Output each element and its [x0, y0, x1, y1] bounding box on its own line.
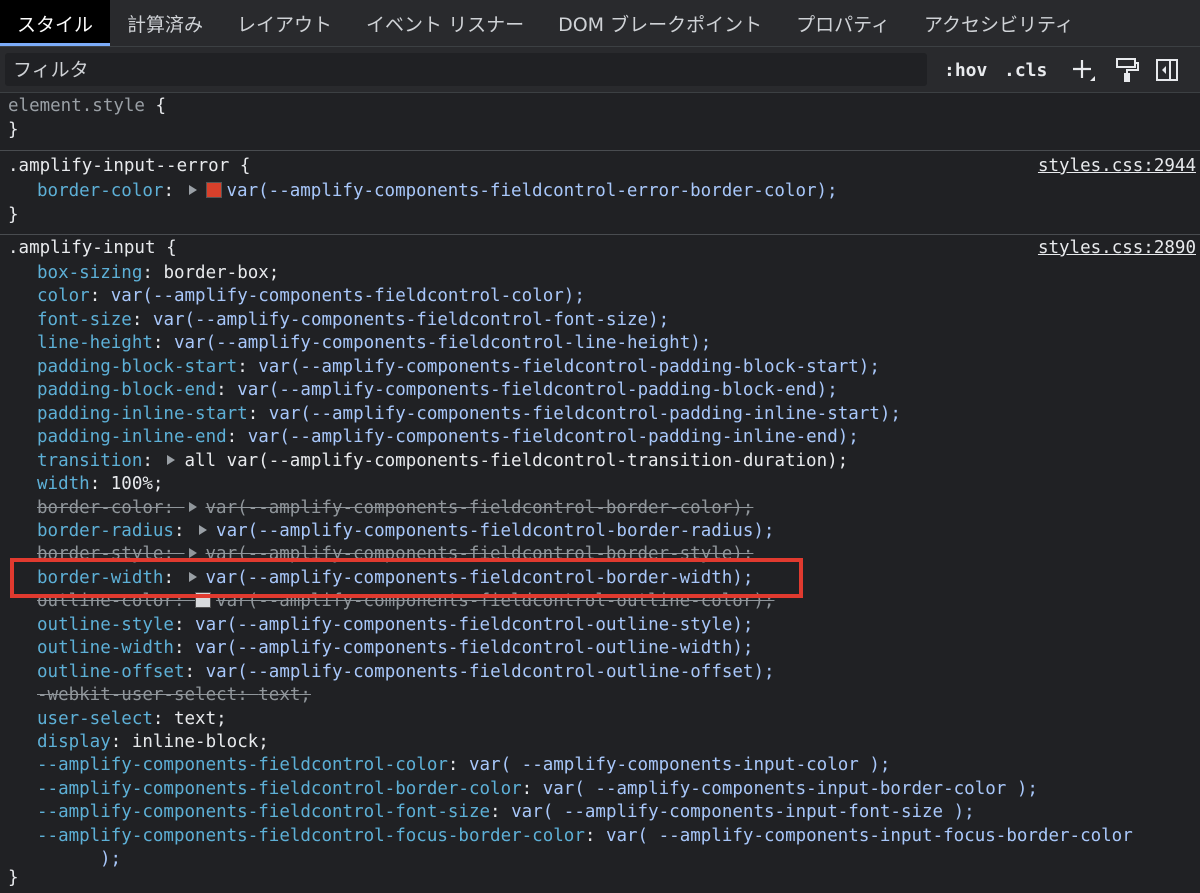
- declaration[interactable]: border-radius: var(--amplify-components-…: [37, 520, 774, 543]
- declaration[interactable]: box-sizing: border-box;: [37, 262, 279, 285]
- declaration[interactable]: padding-block-end: var(--amplify-compone…: [37, 379, 838, 402]
- declaration[interactable]: outline-color: var(--amplify-components-…: [37, 590, 774, 613]
- sidebar-toggle-icon[interactable]: [1153, 55, 1181, 85]
- expand-triangle-icon[interactable]: [188, 571, 197, 582]
- declaration[interactable]: outline-width: var(--amplify-components-…: [37, 637, 753, 660]
- expand-triangle-icon[interactable]: [188, 548, 197, 559]
- declaration[interactable]: font-size: var(--amplify-components-fiel…: [37, 309, 669, 332]
- declaration[interactable]: padding-inline-start: var(--amplify-comp…: [37, 403, 901, 426]
- hov-toggle-button[interactable]: :hov: [944, 55, 987, 85]
- rule-close: }: [8, 868, 19, 888]
- cls-toggle-button[interactable]: .cls: [1004, 55, 1047, 85]
- paint-roller-icon[interactable]: [1113, 55, 1141, 85]
- declaration[interactable]: --amplify-components-fieldcontrol-border…: [37, 778, 1038, 801]
- declaration[interactable]: width: 100%;: [37, 473, 163, 496]
- color-swatch[interactable]: [195, 592, 212, 609]
- plus-icon[interactable]: [1068, 55, 1098, 85]
- rule-close: }: [8, 205, 19, 225]
- declaration[interactable]: display: inline-block;: [37, 731, 269, 754]
- tab-3[interactable]: イベント リスナー: [349, 0, 541, 46]
- tab-6[interactable]: アクセシビリティ: [907, 0, 1091, 46]
- declaration[interactable]: --amplify-components-fieldcontrol-color:…: [37, 754, 890, 777]
- element-style-close: }: [8, 120, 19, 140]
- declaration[interactable]: color: var(--amplify-components-fieldcon…: [37, 285, 585, 308]
- expand-triangle-icon[interactable]: [199, 524, 208, 535]
- declaration[interactable]: outline-style: var(--amplify-components-…: [37, 614, 753, 637]
- declaration[interactable]: border-color: var(--amplify-components-f…: [37, 180, 838, 203]
- tab-5[interactable]: プロパティ: [779, 0, 907, 46]
- tab-1[interactable]: 計算済み: [110, 0, 220, 46]
- declaration[interactable]: transition: all var(--amplify-components…: [37, 450, 848, 473]
- element-style-selector[interactable]: element.style {: [8, 95, 166, 118]
- declaration[interactable]: padding-block-start: var(--amplify-compo…: [37, 356, 880, 379]
- expand-triangle-icon[interactable]: [188, 185, 197, 195]
- declaration[interactable]: -webkit-user-select: text;: [37, 684, 311, 707]
- rule-source-link[interactable]: styles.css:2890: [1038, 237, 1196, 260]
- declaration[interactable]: border-style: var(--amplify-components-f…: [37, 543, 753, 566]
- rule-selector[interactable]: .amplify-input {: [8, 237, 177, 260]
- filter-input[interactable]: [5, 53, 927, 86]
- rule-divider: [0, 150, 1200, 151]
- expand-triangle-icon[interactable]: [188, 501, 197, 512]
- color-swatch[interactable]: [205, 182, 222, 198]
- tab-2[interactable]: レイアウト: [220, 0, 349, 46]
- declaration[interactable]: border-width: var(--amplify-components-f…: [37, 567, 753, 590]
- rule-divider: [0, 234, 1200, 235]
- filter-toolbar: :hov .cls: [0, 47, 1200, 93]
- declaration[interactable]: padding-inline-end: var(--amplify-compon…: [37, 426, 859, 449]
- declaration[interactable]: line-height: var(--amplify-components-fi…: [37, 332, 711, 355]
- declaration[interactable]: --amplify-components-fieldcontrol-focus-…: [37, 825, 1133, 848]
- rule-selector[interactable]: .amplify-input--error {: [8, 155, 250, 178]
- declaration-continuation[interactable]: );: [100, 848, 121, 871]
- tab-0[interactable]: スタイル: [0, 0, 111, 46]
- rule-source-link[interactable]: styles.css:2944: [1038, 155, 1196, 178]
- declaration[interactable]: border-color: var(--amplify-components-f…: [37, 497, 753, 520]
- tab-4[interactable]: DOM ブレークポイント: [541, 0, 779, 46]
- panel-tab-bar: スタイル 計算済み レイアウト イベント リスナー DOM ブレークポイント プロパティア…: [0, 0, 1200, 47]
- declaration[interactable]: user-select: text;: [37, 708, 227, 731]
- declaration[interactable]: outline-offset: var(--amplify-components…: [37, 661, 775, 684]
- declaration[interactable]: --amplify-components-fieldcontrol-font-s…: [37, 801, 975, 824]
- expand-triangle-icon[interactable]: [167, 454, 176, 465]
